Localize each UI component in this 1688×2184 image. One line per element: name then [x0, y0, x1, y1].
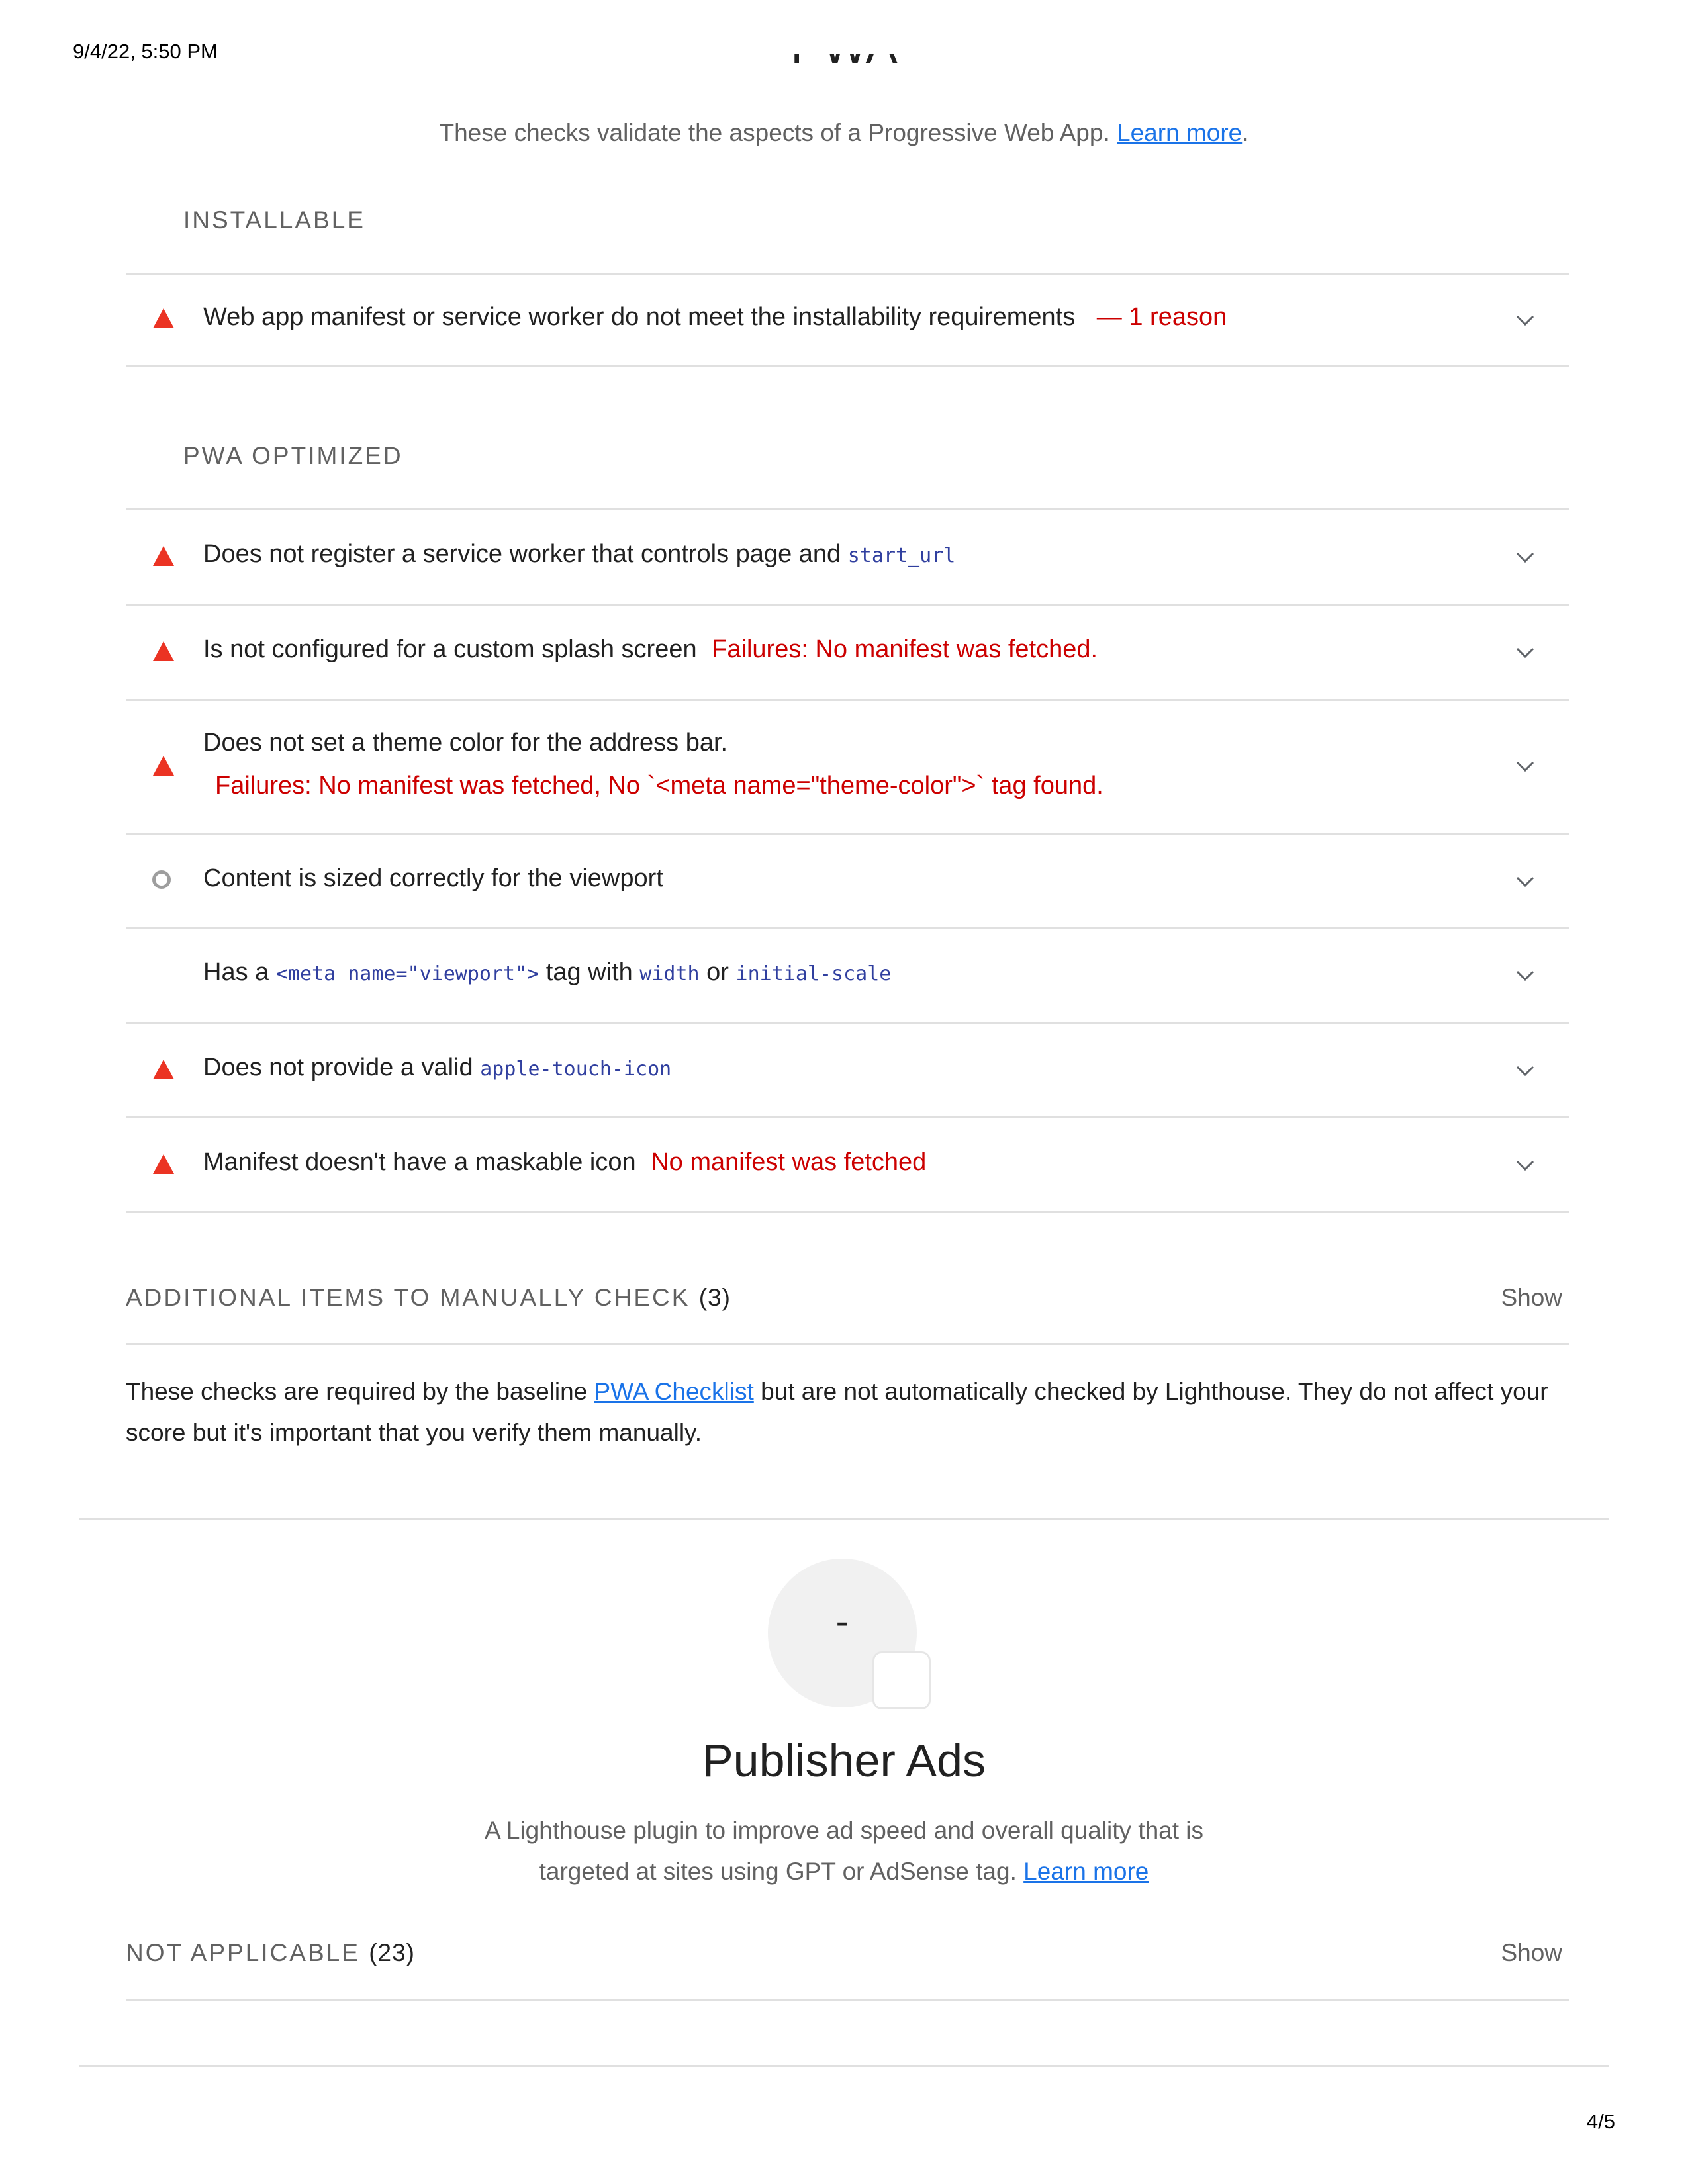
- chevron-down-icon[interactable]: [1515, 1060, 1536, 1081]
- code-start-url: start_url: [847, 544, 956, 567]
- category-divider: [79, 1518, 1609, 1520]
- chevron-down-icon[interactable]: [1515, 965, 1536, 986]
- chevron-down-icon[interactable]: [1515, 310, 1536, 331]
- group-title-pwa-optimized: PWA OPTIMIZED: [183, 442, 403, 469]
- group-title-installable: INSTALLABLE: [183, 206, 365, 234]
- audit-title: Does not set a theme color for the addre…: [203, 729, 728, 756]
- audit-viewport[interactable]: Has a <meta name="viewport"> tag with wi…: [126, 927, 1562, 1022]
- audit-failure-detail: Failures: No manifest was fetched, No `<…: [215, 772, 1103, 799]
- category-description-publisher-ads: A Lighthouse plugin to improve ad speed …: [484, 1817, 1204, 1885]
- pwa-checklist-link[interactable]: PWA Checklist: [594, 1378, 754, 1405]
- category-title-pwa: PWA: [0, 54, 1688, 89]
- code-meta-viewport: <meta name="viewport">: [275, 962, 539, 985]
- manual-checks-header: ADDITIONAL ITEMS TO MANUALLY CHECK (3): [126, 1284, 731, 1311]
- audit-theme-color[interactable]: Does not set a theme color for the addre…: [126, 699, 1562, 833]
- audit-failure-detail: No manifest was fetched: [651, 1148, 927, 1176]
- audit-title: Does not provide a valid apple-touch-ico…: [203, 1054, 672, 1081]
- audit-maskable-icon[interactable]: Manifest doesn't have a maskable icon No…: [126, 1116, 1562, 1211]
- manual-checks-count: (3): [698, 1284, 731, 1311]
- manual-checks-description: These checks are required by the baselin…: [126, 1378, 1548, 1446]
- not-applicable-header: NOT APPLICABLE (23): [126, 1939, 415, 1966]
- code-initial-scale: initial-scale: [735, 962, 892, 985]
- audit-failure-detail: Failures: No manifest was fetched.: [712, 635, 1098, 663]
- warning-triangle-icon: [152, 545, 175, 570]
- warning-triangle-icon: [152, 1154, 175, 1178]
- chevron-down-icon[interactable]: [1515, 756, 1536, 777]
- page-number: 4/5: [1586, 2110, 1615, 2133]
- learn-more-link[interactable]: Learn more: [1023, 1858, 1149, 1885]
- audit-title: Does not register a service worker that …: [203, 540, 956, 568]
- score-value: -: [835, 1599, 849, 1643]
- circle-pass-icon: [152, 870, 171, 889]
- divider: [126, 1999, 1569, 2001]
- warning-triangle-icon: [152, 641, 175, 665]
- audit-title: Is not configured for a custom splash sc…: [203, 635, 1098, 663]
- divider: [126, 1343, 1569, 1345]
- category-title-publisher-ads: Publisher Ads: [702, 1735, 986, 1786]
- chevron-down-icon[interactable]: [1515, 1155, 1536, 1176]
- code-apple-touch-icon: apple-touch-icon: [480, 1058, 672, 1081]
- audit-installable-manifest[interactable]: Web app manifest or service worker do no…: [126, 273, 1562, 365]
- plugin-badge-icon: [872, 1651, 931, 1709]
- warning-triangle-icon: [152, 308, 175, 332]
- audit-content-width[interactable]: Content is sized correctly for the viewp…: [126, 833, 1562, 927]
- not-applicable-count: (23): [369, 1939, 415, 1966]
- category-description: These checks validate the aspects of a P…: [439, 119, 1249, 146]
- chevron-down-icon[interactable]: [1515, 871, 1536, 892]
- audit-title: Content is sized correctly for the viewp…: [203, 864, 663, 892]
- audit-title: Web app manifest or service worker do no…: [203, 303, 1227, 331]
- audit-apple-touch-icon[interactable]: Does not provide a valid apple-touch-ico…: [126, 1022, 1562, 1116]
- show-manual-checks-button[interactable]: Show: [1501, 1284, 1562, 1312]
- divider: [126, 365, 1569, 367]
- audit-splash-screen[interactable]: Is not configured for a custom splash sc…: [126, 604, 1562, 699]
- warning-triangle-icon: [152, 755, 175, 780]
- category-divider: [79, 2065, 1609, 2067]
- code-width: width: [639, 962, 700, 985]
- warning-triangle-icon: [152, 1059, 175, 1083]
- show-not-applicable-button[interactable]: Show: [1501, 1939, 1562, 1967]
- divider: [126, 1211, 1569, 1213]
- audit-failure-detail: — 1 reason: [1096, 303, 1227, 331]
- audit-title: Has a <meta name="viewport"> tag with wi…: [203, 958, 892, 986]
- chevron-down-icon[interactable]: [1515, 642, 1536, 663]
- audit-service-worker[interactable]: Does not register a service worker that …: [126, 508, 1562, 604]
- learn-more-link[interactable]: Learn more: [1117, 119, 1242, 146]
- chevron-down-icon[interactable]: [1515, 547, 1536, 568]
- audit-title: Manifest doesn't have a maskable icon No…: [203, 1148, 927, 1176]
